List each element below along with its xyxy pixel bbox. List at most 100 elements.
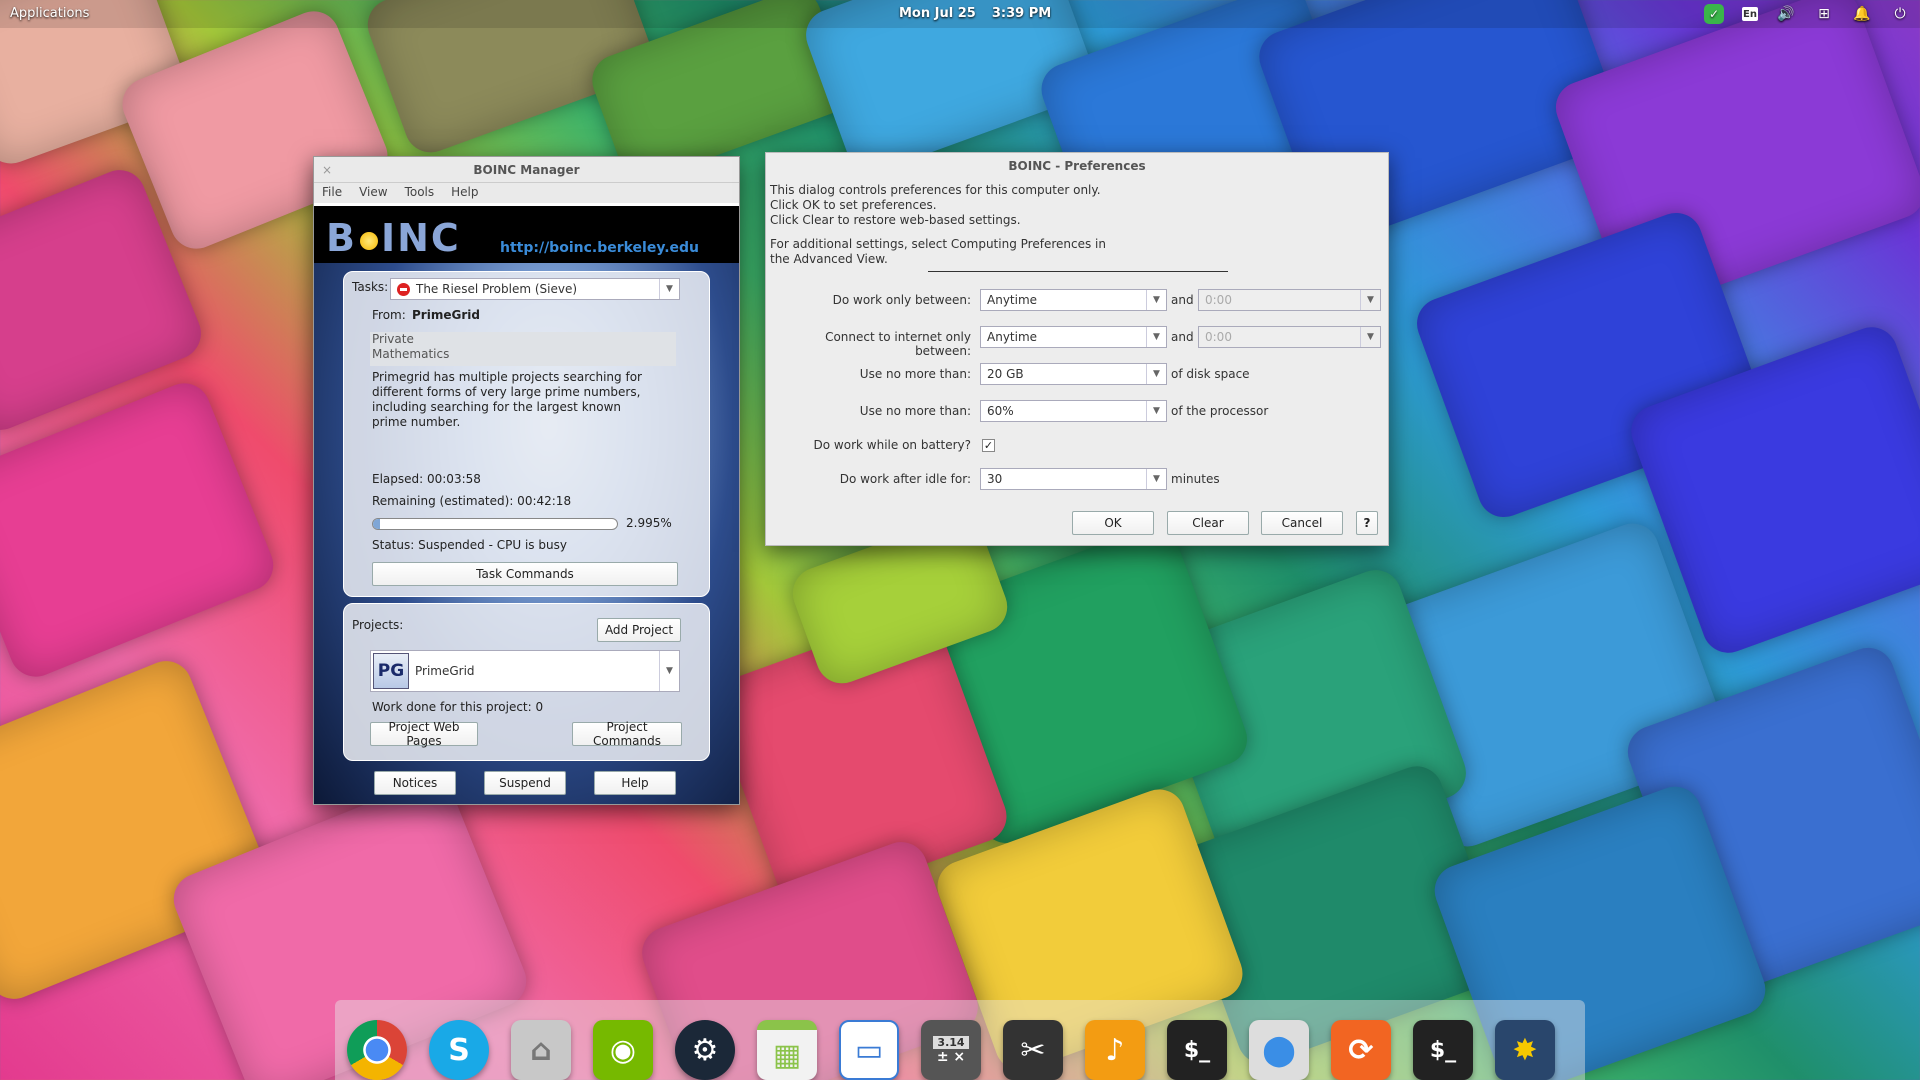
work-between-select[interactable]: Anytime ▼ — [980, 289, 1167, 311]
disk-suffix: of disk space — [1171, 367, 1250, 381]
spreadsheet-icon[interactable]: ▦ — [757, 1020, 817, 1080]
intro-line-2: Click OK to set preferences. — [770, 198, 937, 212]
projects-label: Projects: — [352, 618, 404, 632]
disk-limit-value: 20 GB — [987, 367, 1024, 381]
terminal-icon[interactable]: $_ — [1167, 1020, 1227, 1080]
window-title: BOINC Manager — [473, 163, 580, 177]
work-end-time-select: 0:00 ▼ — [1198, 289, 1381, 311]
ok-button[interactable]: OK — [1072, 511, 1154, 535]
chevron-down-icon: ▼ — [1146, 469, 1166, 489]
project-web-pages-button[interactable]: Project Web Pages — [370, 720, 478, 748]
shield-check-icon[interactable]: ✓ — [1704, 4, 1724, 24]
remaining-text: Remaining (estimated): 00:42:18 — [372, 494, 572, 508]
boinc-banner: B INC http://boinc.berkeley.edu — [314, 203, 739, 263]
work-end-time-value: 0:00 — [1205, 293, 1232, 307]
idle-label: Do work after idle for: — [839, 472, 971, 486]
project-commands-button[interactable]: Project Commands — [572, 720, 682, 748]
suspend-button[interactable]: Suspend — [484, 771, 566, 795]
net-and-label: and — [1171, 330, 1194, 344]
calculator-icon[interactable]: 3.14 ± × — [921, 1020, 981, 1080]
dock: S ⌂ ◉ ⚙ ▦ ▭ 3.14 ± × ✂ ♪ $_ ⬤ ⟳ $_ ✸ — [335, 1000, 1585, 1080]
notifications-icon[interactable]: 🔔 — [1852, 4, 1872, 24]
terminal-icon[interactable]: $_ — [1413, 1020, 1473, 1080]
project-select[interactable]: PG PrimeGrid ▼ — [370, 650, 680, 692]
intro-line-3: Click Clear to restore web-based setting… — [770, 213, 1021, 227]
update-icon[interactable]: ⟳ — [1331, 1020, 1391, 1080]
chrome-icon[interactable] — [347, 1020, 407, 1080]
divider — [928, 271, 1228, 272]
intro-line-1: This dialog controls preferences for thi… — [770, 183, 1101, 197]
top-panel: Applications Mon Jul 25 3:39 PM ✓ En 🔊 ⊞… — [0, 0, 1920, 28]
menu-bar: File View Tools Help — [314, 183, 739, 203]
help-button[interactable]: Help — [594, 771, 676, 795]
boinc-url-link[interactable]: http://boinc.berkeley.edu — [500, 240, 699, 256]
menu-file[interactable]: File — [322, 183, 342, 203]
intro-line-5: the Advanced View. — [770, 252, 888, 266]
net-between-select[interactable]: Anytime ▼ — [980, 326, 1167, 348]
cpu-limit-value: 60% — [987, 404, 1014, 418]
skype-icon[interactable]: S — [429, 1020, 489, 1080]
notices-button[interactable]: Notices — [374, 771, 456, 795]
background-space: Tasks: The Riesel Problem (Sieve) ▼ From… — [314, 263, 739, 804]
task-select[interactable]: The Riesel Problem (Sieve) ▼ — [390, 278, 680, 300]
image-viewer-icon[interactable]: ▭ — [839, 1020, 899, 1080]
chevron-down-icon: ▼ — [1360, 327, 1380, 347]
cancel-button[interactable]: Cancel — [1261, 511, 1343, 535]
cpu-limit-select[interactable]: 60% ▼ — [980, 400, 1167, 422]
disk-limit-select[interactable]: 20 GB ▼ — [980, 363, 1167, 385]
clock[interactable]: Mon Jul 25 3:39 PM — [899, 6, 1051, 21]
switchboard-icon[interactable]: ⬤ — [1249, 1020, 1309, 1080]
calculator-badge: 3.14 — [933, 1035, 969, 1049]
idle-time-select[interactable]: 30 ▼ — [980, 468, 1167, 490]
net-between-value: Anytime — [987, 330, 1038, 344]
net-end-time-select: 0:00 ▼ — [1198, 326, 1381, 348]
battery-checkbox[interactable]: ✓ — [982, 439, 995, 452]
window-titlebar[interactable]: × BOINC Manager — [314, 157, 739, 183]
suspended-icon — [397, 282, 410, 296]
chevron-down-icon: ▼ — [1146, 290, 1166, 310]
clear-button[interactable]: Clear — [1167, 511, 1249, 535]
volume-icon[interactable]: 🔊 — [1776, 4, 1796, 24]
steam-icon[interactable]: ⚙ — [675, 1020, 735, 1080]
time-label: 3:39 PM — [991, 6, 1052, 21]
date-label: Mon Jul 25 — [899, 6, 976, 21]
keyboard-layout-indicator[interactable]: En — [1742, 7, 1758, 21]
intro-line-4: For additional settings, select Computin… — [770, 237, 1106, 251]
boinc-icon[interactable]: ✸ — [1495, 1020, 1555, 1080]
task-select-value: The Riesel Problem (Sieve) — [416, 282, 578, 296]
power-icon[interactable]: ⏻ — [1890, 4, 1910, 24]
network-icon[interactable]: ⊞ — [1814, 4, 1834, 24]
work-between-value: Anytime — [987, 293, 1038, 307]
nvidia-icon[interactable]: ◉ — [593, 1020, 653, 1080]
close-icon[interactable]: × — [322, 157, 332, 183]
chevron-down-icon: ▼ — [1360, 290, 1380, 310]
project-description: Primegrid has multiple projects searchin… — [372, 370, 642, 429]
from-value: PrimeGrid — [412, 308, 480, 322]
work-done-text: Work done for this project: 0 — [372, 700, 544, 714]
chevron-down-icon: ▼ — [1146, 327, 1166, 347]
progress-fill — [373, 519, 381, 529]
net-end-time-value: 0:00 — [1205, 330, 1232, 344]
boinc-manager-window: × BOINC Manager File View Tools Help B IN… — [313, 156, 740, 805]
menu-tools[interactable]: Tools — [405, 183, 435, 203]
menu-help[interactable]: Help — [451, 183, 478, 203]
applications-menu[interactable]: Applications — [10, 6, 89, 21]
project-select-value: PrimeGrid — [415, 664, 475, 678]
add-project-button[interactable]: Add Project — [597, 618, 681, 642]
files-icon[interactable]: ⌂ — [511, 1020, 571, 1080]
from-label: From: — [372, 308, 406, 322]
task-progress-bar — [372, 518, 618, 530]
cpu-suffix: of the processor — [1171, 404, 1269, 418]
projects-panel: Projects: Add Project PG PrimeGrid ▼ Wor… — [343, 603, 710, 761]
idle-time-value: 30 — [987, 472, 1003, 486]
screenshot-icon[interactable]: ✂ — [1003, 1020, 1063, 1080]
task-commands-button[interactable]: Task Commands — [372, 562, 678, 586]
help-question-button[interactable]: ? — [1356, 511, 1378, 535]
menu-view[interactable]: View — [359, 183, 387, 203]
category-private: Private — [372, 332, 414, 346]
work-and-label: and — [1171, 293, 1194, 307]
music-icon[interactable]: ♪ — [1085, 1020, 1145, 1080]
net-between-label: Connect to internet only between: — [825, 330, 971, 358]
category-box: Private Mathematics — [370, 332, 676, 366]
dialog-titlebar[interactable]: BOINC - Preferences — [766, 153, 1388, 179]
